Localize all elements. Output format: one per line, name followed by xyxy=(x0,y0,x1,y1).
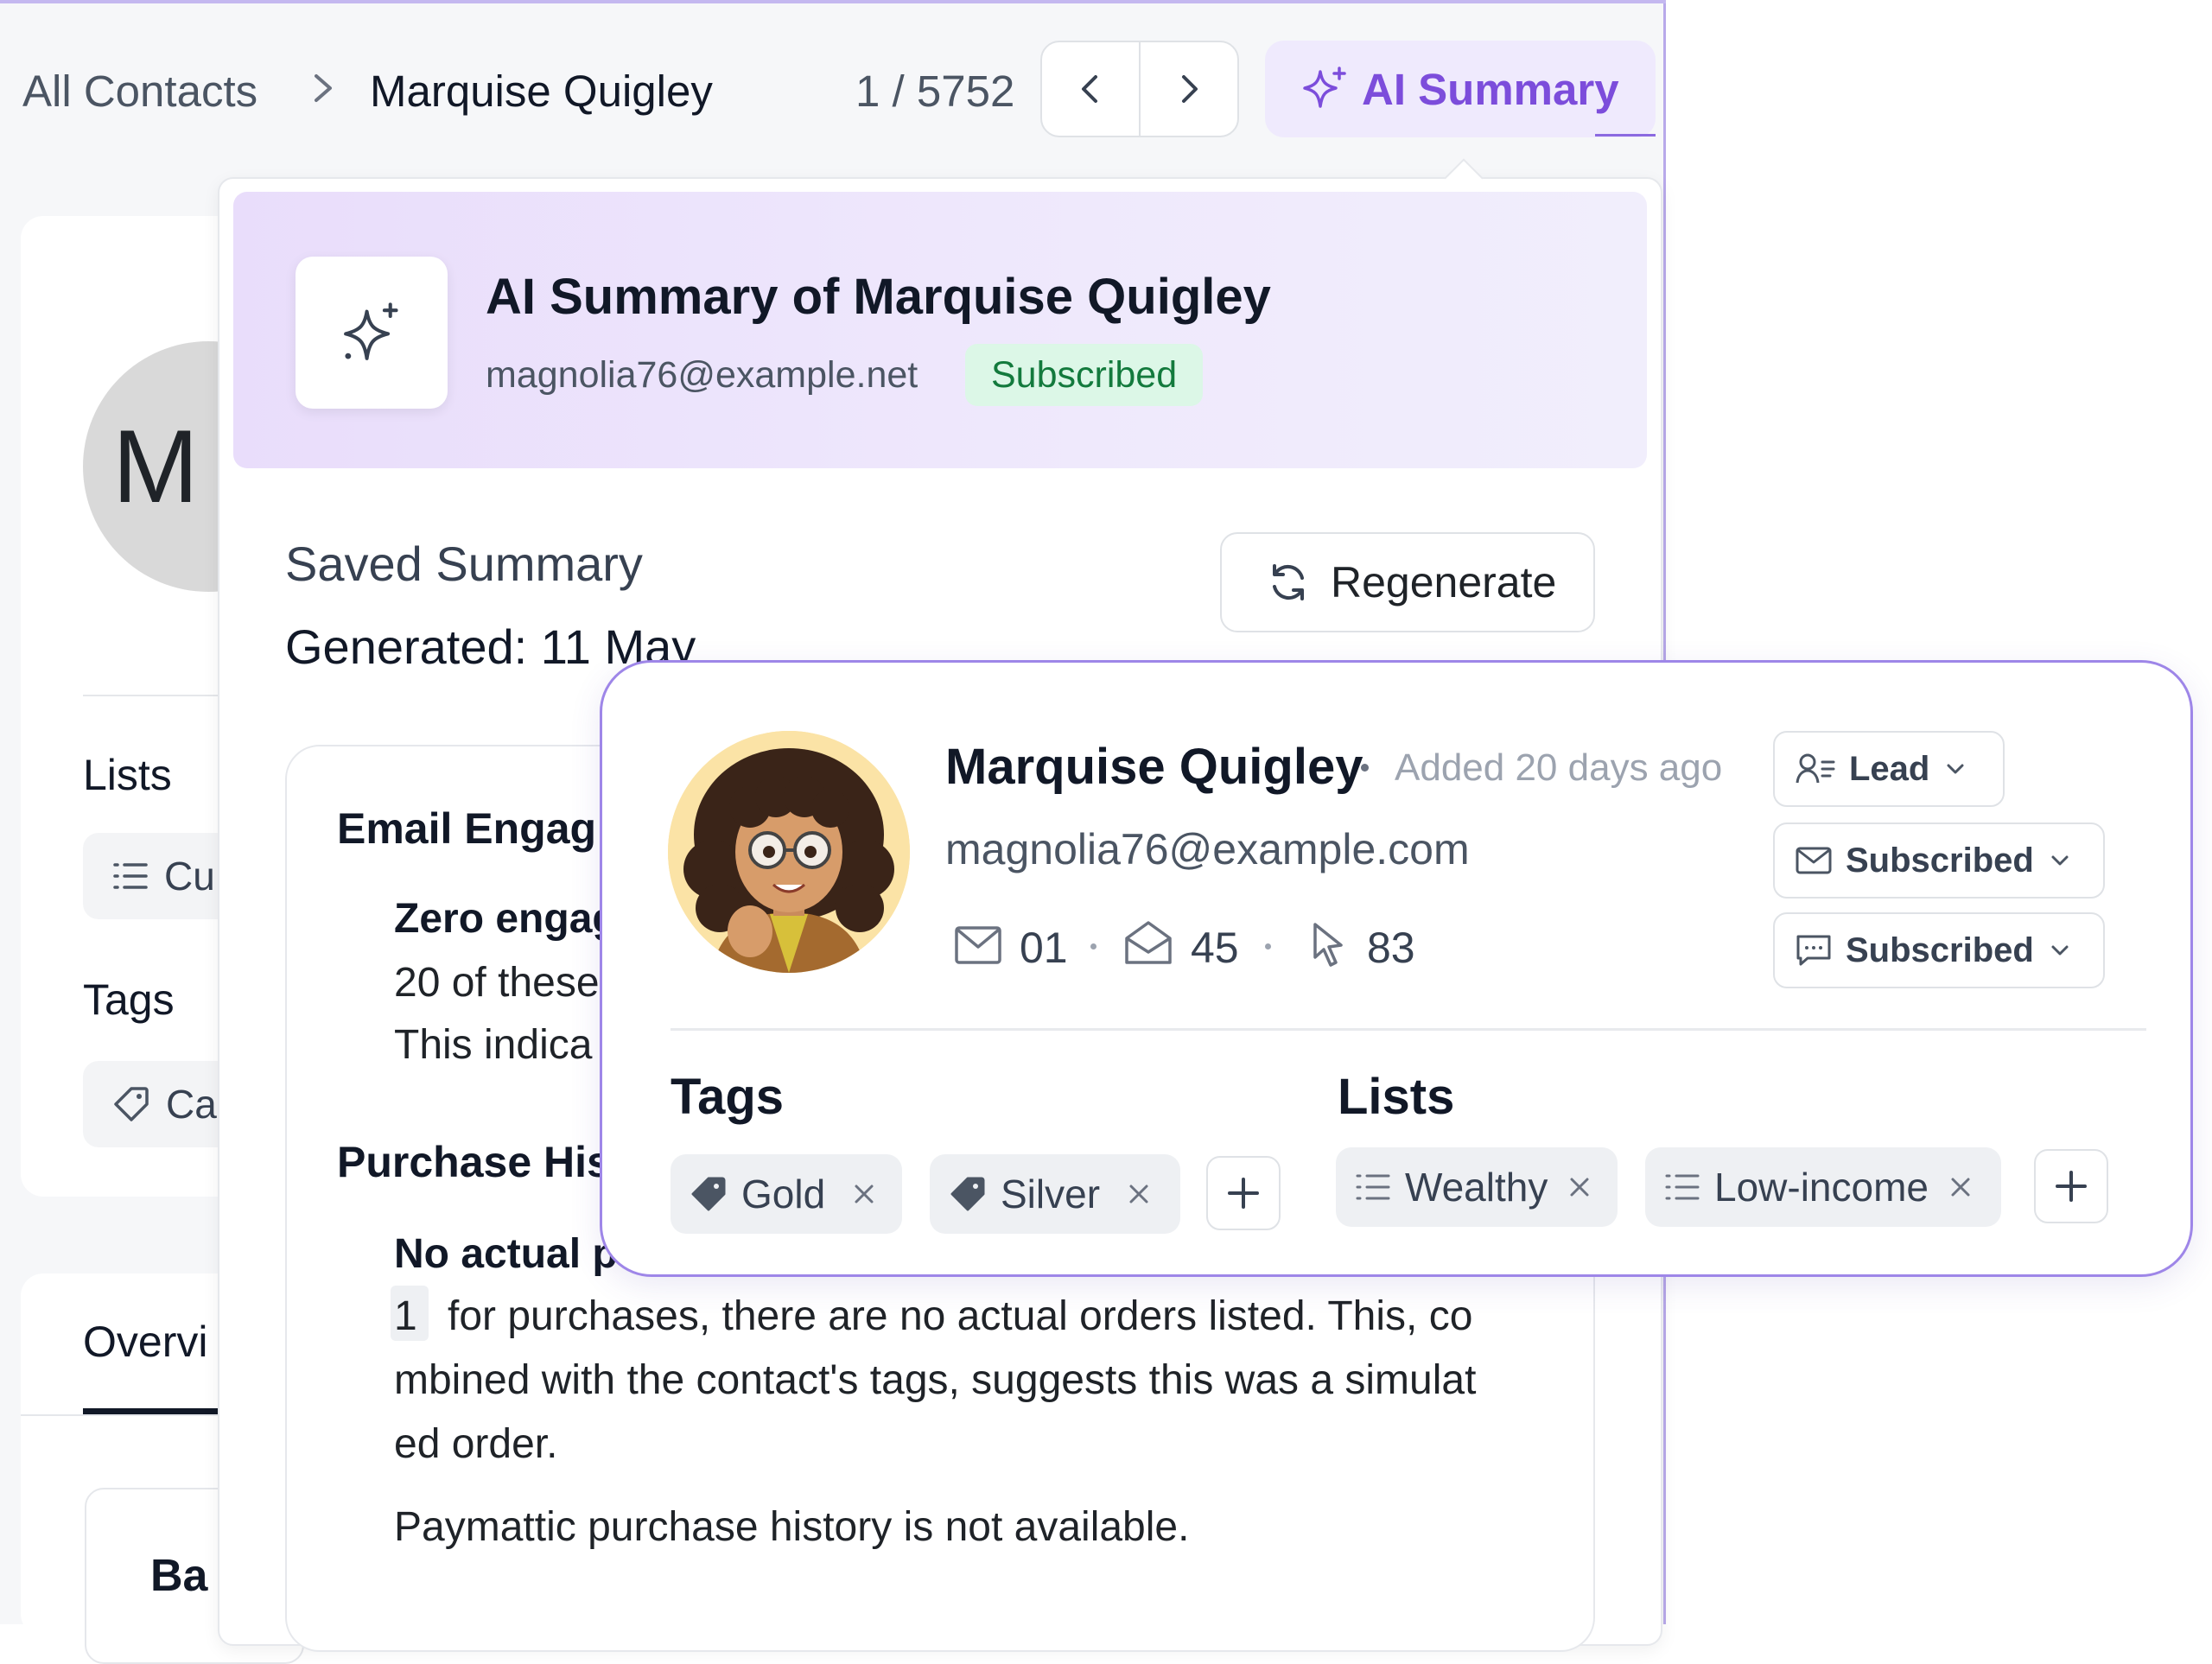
contact-added-date: Added 20 days ago xyxy=(1395,746,1723,789)
chevron-down-icon xyxy=(2048,942,2072,959)
regenerate-button[interactable]: Regenerate xyxy=(1220,532,1595,632)
remove-list-button[interactable] xyxy=(1948,1174,1974,1200)
stat-clicked: 83 xyxy=(1367,924,1415,972)
remove-list-button[interactable] xyxy=(1567,1174,1592,1200)
summary-paragraph-line: for purchases, there are no actual order… xyxy=(448,1293,1473,1339)
basic-info-title: Ba xyxy=(150,1551,208,1601)
tags-heading: Tags xyxy=(671,1069,785,1125)
zero-engagement-heading: Zero engag xyxy=(394,896,618,942)
list-chip-label: Wealthy xyxy=(1405,1165,1548,1210)
pager-count: 1 / 5752 xyxy=(855,67,1015,116)
contact-name: Marquise Quigley xyxy=(945,739,1363,795)
sms-icon xyxy=(1796,934,1832,967)
no-actual-heading: No actual p xyxy=(394,1231,618,1277)
sparkle-icon xyxy=(339,300,404,365)
tag-icon xyxy=(949,1175,987,1213)
tag-chip-label: Gold xyxy=(741,1172,826,1216)
breadcrumb-chevron-icon xyxy=(308,69,339,107)
user-list-icon xyxy=(1796,752,1835,786)
add-list-button[interactable] xyxy=(2034,1149,2108,1223)
chevron-left-icon xyxy=(1075,70,1106,108)
chevron-right-icon xyxy=(1173,70,1205,108)
separator-dot xyxy=(1265,943,1271,949)
ai-summary-button-label: AI Summary xyxy=(1362,64,1619,114)
avatar-letter: M xyxy=(112,409,199,524)
list-chip-label: Low-income xyxy=(1714,1165,1929,1210)
saved-summary-title: Saved Summary xyxy=(285,537,643,591)
tag-chip-label: Ca xyxy=(166,1082,217,1127)
contact-email: magnolia76@example.com xyxy=(945,825,1470,873)
breadcrumb-current: Marquise Quigley xyxy=(370,67,713,116)
tab-active-indicator xyxy=(83,1408,221,1414)
summary-title: AI Summary of Marquise Quigley xyxy=(486,269,1271,325)
remove-tag-button[interactable] xyxy=(1126,1181,1152,1207)
contact-avatar xyxy=(668,731,910,973)
list-chip-label: Cu xyxy=(164,854,215,899)
tag-icon xyxy=(690,1175,728,1213)
tag-chip-gold: Gold xyxy=(671,1154,902,1234)
dropdown-label: Lead xyxy=(1849,749,1930,788)
summary-email: magnolia76@example.net xyxy=(486,354,918,396)
remove-tag-button[interactable] xyxy=(851,1181,877,1207)
page-top-border xyxy=(0,0,1666,3)
dropdown-label: Subscribed xyxy=(1846,841,2034,880)
lists-heading: Lists xyxy=(83,751,172,799)
mail-icon xyxy=(1796,846,1832,875)
summary-line: 20 of these xyxy=(394,960,600,1006)
status-badge: Subscribed xyxy=(965,344,1204,406)
regenerate-label: Regenerate xyxy=(1331,558,1557,607)
plus-icon xyxy=(1224,1174,1262,1212)
sparkle-icon xyxy=(1301,65,1350,113)
email-engagement-title: Email Engag xyxy=(337,804,597,853)
summary-line: This indica xyxy=(394,1022,593,1068)
list-chip-low-income: Low-income xyxy=(1645,1147,2001,1227)
next-contact-button[interactable] xyxy=(1139,42,1237,136)
add-tag-button[interactable] xyxy=(1206,1156,1281,1230)
paymattic-note: Paymattic purchase history is not availa… xyxy=(394,1504,1190,1550)
cursor-click-icon xyxy=(1310,921,1348,969)
purchase-history-title: Purchase His xyxy=(337,1138,611,1186)
footnote-number: 1 xyxy=(394,1293,417,1339)
summary-paragraph-line: mbined with the contact's tags, suggests… xyxy=(394,1357,1477,1403)
tag-icon xyxy=(112,1085,150,1123)
sms-status-dropdown[interactable]: Subscribed xyxy=(1773,912,2105,988)
mail-sent-icon xyxy=(954,924,1002,966)
contact-type-dropdown[interactable]: Lead xyxy=(1773,731,2005,807)
lists-heading: Lists xyxy=(1338,1069,1455,1125)
ai-summary-button[interactable]: AI Summary xyxy=(1265,41,1656,137)
separator-dot xyxy=(1090,943,1096,949)
tab-overview[interactable]: Overvi xyxy=(83,1317,207,1367)
dropdown-label: Subscribed xyxy=(1846,930,2034,969)
summary-paragraph-line: ed order. xyxy=(394,1421,558,1467)
email-status-dropdown[interactable]: Subscribed xyxy=(1773,822,2105,899)
list-chip-wealthy: Wealthy xyxy=(1336,1147,1618,1227)
pager-buttons xyxy=(1040,41,1239,137)
previous-contact-button[interactable] xyxy=(1042,42,1139,136)
list-icon xyxy=(1664,1172,1700,1203)
refresh-icon xyxy=(1265,559,1312,606)
tag-chip-label: Silver xyxy=(1001,1172,1101,1216)
tags-heading: Tags xyxy=(83,975,175,1024)
stat-sent: 01 xyxy=(1020,924,1068,972)
plus-icon xyxy=(2052,1167,2090,1205)
chevron-down-icon xyxy=(1943,760,1967,778)
list-icon xyxy=(1355,1172,1391,1203)
breadcrumb-all-contacts[interactable]: All Contacts xyxy=(22,66,257,117)
list-icon xyxy=(112,861,149,892)
summary-icon-box xyxy=(296,257,448,409)
divider xyxy=(671,1028,2146,1031)
separator-dot xyxy=(1361,764,1369,772)
stat-opened: 45 xyxy=(1191,924,1239,972)
ai-button-active-indicator xyxy=(1595,134,1656,137)
chevron-down-icon xyxy=(2048,852,2072,869)
tag-chip-silver: Silver xyxy=(930,1154,1180,1234)
mail-open-icon xyxy=(1123,919,1173,966)
